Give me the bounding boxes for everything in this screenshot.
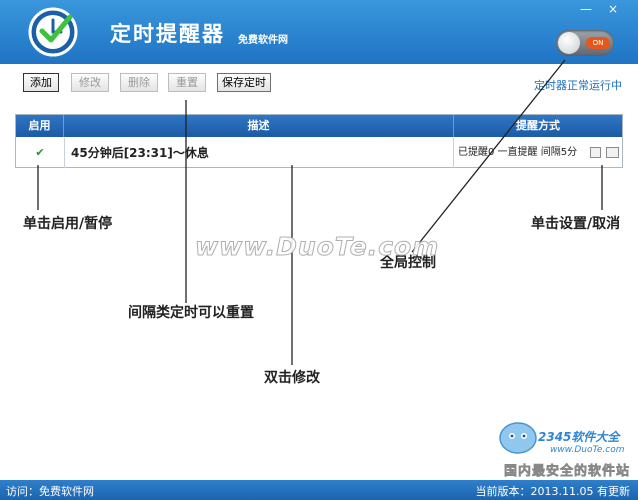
edit-button[interactable]: 修改 bbox=[71, 73, 109, 92]
footer-bar: 访问：免费软件网 当前版本：2013.11.05 有更新 bbox=[0, 480, 638, 500]
brand-slogan: 国内最安全的软件站 bbox=[504, 464, 631, 480]
toggle-on-indicator: ON bbox=[586, 37, 610, 49]
toggle-knob bbox=[558, 32, 580, 54]
timer-description[interactable]: 45分钟后[23:31]～休息 bbox=[64, 138, 454, 168]
app-title: 定时提醒器 bbox=[110, 22, 225, 46]
delete-button[interactable]: 删除 bbox=[120, 73, 158, 92]
timer-table: 启用 描述 提醒方式 ✔ 45分钟后[23:31]～休息 已提醒0 一直提醒 间… bbox=[15, 114, 623, 168]
close-button[interactable]: × bbox=[604, 2, 622, 16]
annotation-toggle-enable: 单击启用/暂停 bbox=[23, 216, 113, 232]
brand-mascot-icon bbox=[499, 422, 537, 454]
global-toggle-switch[interactable]: ON bbox=[556, 30, 614, 56]
column-header-enabled: 启用 bbox=[16, 115, 64, 137]
annotation-interval-reset: 间隔类定时可以重置 bbox=[128, 305, 254, 321]
table-header: 启用 描述 提醒方式 bbox=[16, 115, 622, 137]
brand-url: www.DuoTe.com bbox=[550, 445, 625, 455]
brand-name: 2345软件大全 bbox=[538, 430, 620, 444]
column-header-method: 提醒方式 bbox=[516, 119, 560, 132]
minimize-button[interactable]: — bbox=[577, 2, 595, 16]
annotation-double-click-edit: 双击修改 bbox=[264, 370, 320, 386]
title-bar: 定时提醒器 免费软件网 — × ON bbox=[0, 0, 638, 64]
watermark-text: www.DuoTe.com bbox=[194, 232, 440, 262]
clock-logo-icon bbox=[28, 7, 78, 57]
add-button[interactable]: 添加 bbox=[23, 73, 59, 92]
settings-list-icon[interactable] bbox=[606, 147, 619, 158]
reset-button[interactable]: 重置 bbox=[168, 73, 206, 92]
annotation-settings-cancel: 单击设置/取消 bbox=[531, 216, 621, 232]
timer-status-text: 定时器正常运行中 bbox=[534, 79, 622, 92]
table-row[interactable]: ✔ 45分钟后[23:31]～休息 已提醒0 一直提醒 间隔5分 bbox=[16, 138, 622, 168]
enable-check-icon[interactable]: ✔ bbox=[16, 138, 64, 168]
visit-link[interactable]: 访问：免费软件网 bbox=[6, 483, 94, 499]
save-timer-button[interactable]: 保存定时 bbox=[217, 73, 271, 92]
sound-icon[interactable] bbox=[590, 147, 601, 158]
column-header-description: 描述 bbox=[64, 115, 454, 137]
app-subtitle: 免费软件网 bbox=[238, 35, 288, 46]
brand-badge: 2345软件大全 www.DuoTe.com 国内最安全的软件站 bbox=[492, 414, 638, 480]
reminder-method: 已提醒0 一直提醒 间隔5分 bbox=[458, 147, 578, 158]
version-info[interactable]: 当前版本：2013.11.05 有更新 bbox=[476, 483, 630, 499]
